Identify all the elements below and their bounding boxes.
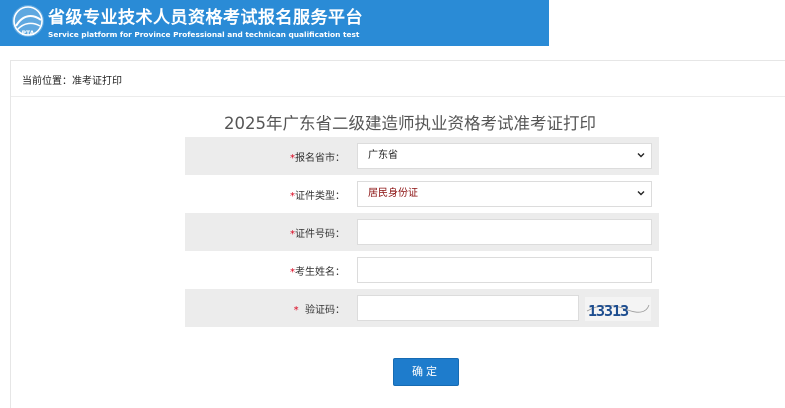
chevron-down-icon bbox=[637, 153, 645, 158]
required-mark: * bbox=[293, 305, 299, 316]
main-panel: 当前位置：准考证打印 2025年广东省二级建造师执业资格考试准考证打印 *报名省… bbox=[10, 60, 785, 408]
captcha-text: 13313 bbox=[588, 302, 629, 320]
province-label: *报名省市： bbox=[290, 153, 345, 164]
pta-logo-icon: PTA bbox=[12, 5, 44, 37]
site-header: PTA 省级专业技术人员资格考试报名服务平台 Service platform … bbox=[0, 0, 785, 46]
confirm-button[interactable]: 确定 bbox=[393, 358, 459, 386]
id-number-input[interactable] bbox=[357, 219, 652, 245]
name-input[interactable] bbox=[357, 257, 652, 283]
form-row-id-number: *证件号码： bbox=[185, 213, 659, 251]
name-label: *考生姓名： bbox=[290, 267, 345, 278]
site-title: 省级专业技术人员资格考试报名服务平台 bbox=[48, 8, 363, 28]
svg-text:PTA: PTA bbox=[22, 30, 35, 37]
form-row-captcha: * 验证码： 13313 bbox=[185, 289, 659, 327]
captcha-input[interactable] bbox=[357, 295, 579, 321]
chevron-down-icon bbox=[637, 191, 645, 196]
site-subtitle: Service platform for Province Profession… bbox=[48, 30, 360, 39]
captcha-label: * 验证码： bbox=[293, 305, 345, 316]
breadcrumb: 当前位置：准考证打印 bbox=[22, 76, 122, 87]
id-type-select-value: 居民身份证 bbox=[368, 188, 418, 199]
id-type-label: *证件类型： bbox=[290, 191, 345, 202]
id-number-label: *证件号码： bbox=[290, 229, 345, 240]
province-select-value: 广东省 bbox=[368, 150, 398, 161]
province-select[interactable]: 广东省 bbox=[357, 143, 652, 169]
captcha-image[interactable]: 13313 bbox=[585, 297, 651, 321]
breadcrumb-bar: 当前位置：准考证打印 bbox=[11, 61, 785, 97]
page-title: 2025年广东省二级建造师执业资格考试准考证打印 bbox=[224, 114, 596, 133]
id-type-select[interactable]: 居民身份证 bbox=[357, 181, 652, 207]
ticket-print-form: *报名省市： 广东省 *证件类型： 居民身份证 *证件号码： *考生姓名： * … bbox=[185, 137, 659, 328]
form-row-province: *报名省市： 广东省 bbox=[185, 137, 659, 175]
form-row-name: *考生姓名： bbox=[185, 251, 659, 289]
form-row-id-type: *证件类型： 居民身份证 bbox=[185, 175, 659, 213]
